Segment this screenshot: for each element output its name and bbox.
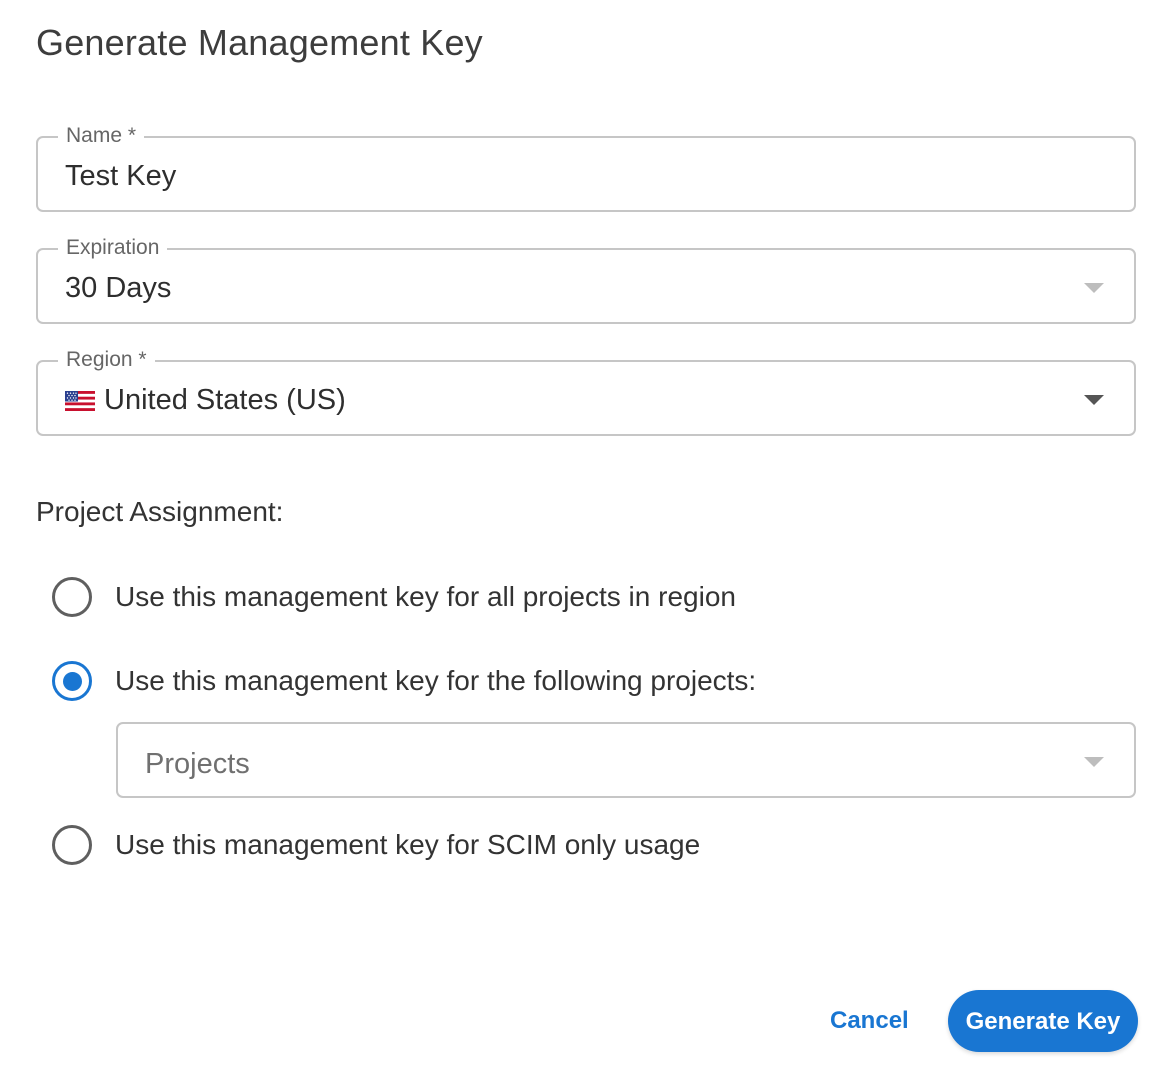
region-selected-value[interactable]: United States (US) (65, 383, 346, 417)
radio-button-unchecked[interactable] (52, 577, 92, 617)
name-field[interactable]: Name * Test Key (36, 122, 1136, 212)
projects-select-placeholder: Projects (145, 748, 250, 780)
project-assignment-label: Project Assignment: (36, 496, 284, 527)
radio-button-checked[interactable] (52, 661, 92, 701)
expiration-select[interactable]: Expiration 30 Days (36, 234, 1136, 324)
us-flag-icon (65, 391, 95, 411)
name-input[interactable]: Test Key (65, 159, 176, 193)
cancel-button[interactable]: Cancel (812, 996, 927, 1046)
projects-select[interactable]: Projects (116, 722, 1136, 798)
region-field-label: Region * (58, 346, 155, 374)
expiration-selected-value[interactable]: 30 Days (65, 271, 171, 305)
chevron-down-icon[interactable] (1084, 395, 1104, 405)
radio-option-label[interactable]: Use this management key for the followin… (115, 665, 756, 697)
generate-key-button[interactable]: Generate Key (948, 990, 1138, 1052)
region-select[interactable]: Region * United States (US) (36, 346, 1136, 436)
dialog-title: Generate Management Key (36, 22, 483, 63)
radio-option-label[interactable]: Use this management key for SCIM only us… (115, 829, 700, 861)
radio-option-scim-only[interactable]: Use this management key for SCIM only us… (52, 823, 700, 867)
region-selected-text: United States (US) (104, 384, 346, 416)
radio-option-all-projects[interactable]: Use this management key for all projects… (52, 575, 736, 619)
name-field-label: Name * (58, 122, 145, 150)
chevron-down-icon[interactable] (1084, 757, 1104, 767)
radio-button-unchecked[interactable] (52, 825, 92, 865)
radio-option-label[interactable]: Use this management key for all projects… (115, 581, 736, 613)
chevron-down-icon[interactable] (1084, 283, 1104, 293)
expiration-field-label: Expiration (58, 234, 168, 262)
radio-option-following-projects[interactable]: Use this management key for the followin… (52, 659, 756, 703)
